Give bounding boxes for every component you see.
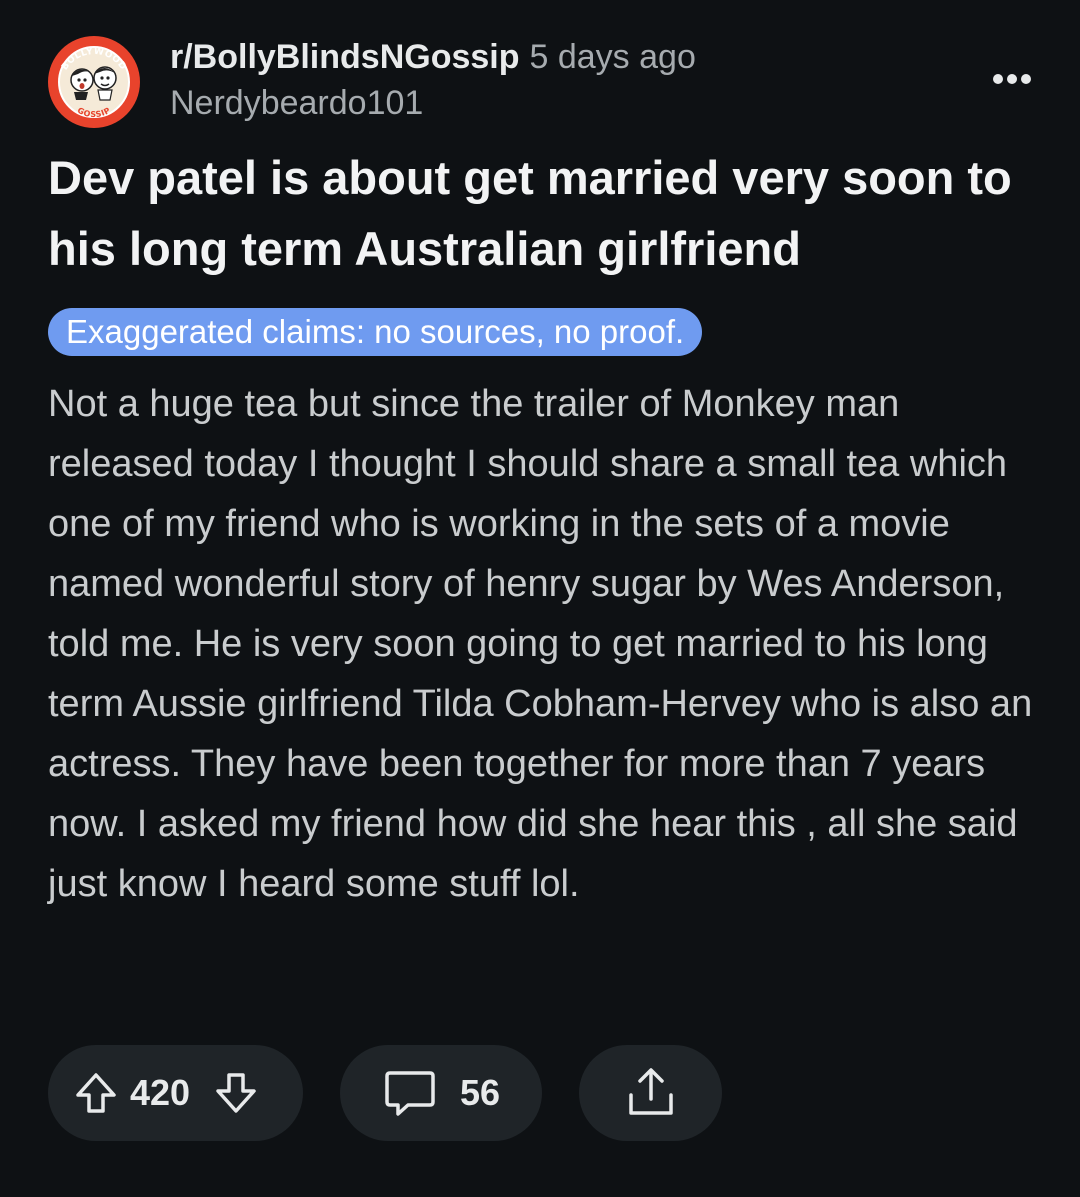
author-name[interactable]: Nerdybeardo101 [170,80,696,126]
share-button[interactable] [579,1045,722,1141]
more-options-button[interactable] [978,58,1038,98]
comment-count: 56 [460,1072,501,1113]
downvote-arrow-icon [216,1073,256,1113]
subreddit-name[interactable]: r/BollyBlindsNGossip [170,38,520,76]
post-body: Not a huge tea but since the trailer of … [48,383,1033,905]
reddit-post: BOLLYWOOD GOSSIP r/BollyBlindsNGossip 5 … [0,0,1080,1197]
subreddit-line: r/BollyBlindsNGossip 5 days ago [170,34,696,80]
post-header: BOLLYWOOD GOSSIP r/BollyBlindsNGossip 5 … [48,30,1038,130]
post-title[interactable]: Dev patel is about get married very soon… [48,142,1048,284]
comment-icon-wrap [382,1065,438,1121]
downvote-button[interactable] [212,1069,260,1117]
share-icon [628,1068,673,1115]
more-options-icon [993,74,1031,84]
comment-bubble-icon [385,1071,435,1116]
bollywood-gossip-logo-icon: BOLLYWOOD GOSSIP [50,38,138,126]
post-time: 5 days ago [529,38,696,76]
upvote-button[interactable] [72,1069,120,1117]
post-flair[interactable]: Exaggerated claims: no sources, no proof… [48,308,703,356]
vote-count: 420 [130,1072,191,1113]
subreddit-avatar[interactable]: BOLLYWOOD GOSSIP [48,36,140,128]
vote-pill: 420 [48,1045,303,1141]
upvote-arrow-icon [76,1073,116,1113]
post-meta: r/BollyBlindsNGossip 5 days ago Nerdybear… [170,34,696,126]
comments-button[interactable]: 56 [340,1045,542,1141]
